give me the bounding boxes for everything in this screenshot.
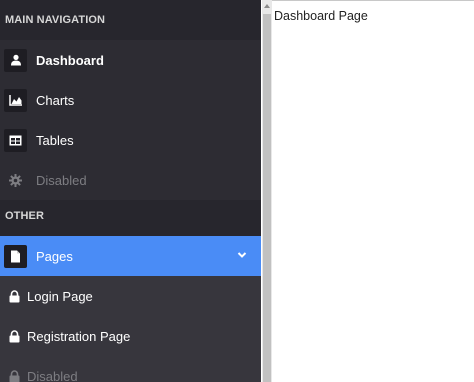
lock-icon (7, 369, 21, 382)
sidebar-item-label: Dashboard (36, 52, 104, 68)
sidebar-subitem-label: Login Page (27, 288, 93, 304)
main-content: Dashboard Page (272, 0, 474, 382)
lock-icon (7, 329, 21, 343)
sidebar-scrollbar[interactable] (262, 0, 272, 382)
sidebar-item-charts[interactable]: Charts (0, 80, 261, 120)
sidebar-subitem-label: Disabled (27, 368, 78, 382)
section-title-main-navigation: MAIN NAVIGATION (0, 0, 261, 40)
sidebar-item-label: Charts (36, 92, 75, 108)
gear-icon (4, 169, 27, 192)
sidebar-item-dashboard[interactable]: Dashboard (0, 40, 261, 80)
user-icon (4, 48, 27, 72)
sidebar: MAIN NAVIGATION Dashboard Charts Tables … (0, 0, 261, 382)
sidebar-item-label: Disabled (36, 172, 87, 188)
sidebar-subitem-login-page[interactable]: Login Page (0, 276, 261, 316)
sidebar-subitem-registration-page[interactable]: Registration Page (0, 316, 261, 356)
scrollbar-thumb[interactable] (263, 14, 271, 382)
chevron-down-icon[interactable] (237, 250, 247, 260)
sidebar-subitem-label: Registration Page (27, 328, 131, 344)
sidebar-item-pages[interactable]: Pages (0, 236, 261, 276)
page-title: Dashboard Page (274, 9, 368, 23)
sidebar-item-label: Tables (36, 132, 74, 148)
scroll-up-arrow-icon[interactable] (263, 2, 271, 10)
sidebar-item-disabled: Disabled (0, 160, 261, 200)
section-title-other: OTHER (0, 200, 261, 236)
file-icon (4, 244, 27, 268)
area-chart-icon (4, 88, 27, 112)
lock-icon (7, 289, 21, 303)
sidebar-subitem-disabled: Disabled (0, 356, 261, 382)
app-window: MAIN NAVIGATION Dashboard Charts Tables … (0, 0, 474, 382)
sidebar-item-tables[interactable]: Tables (0, 120, 261, 160)
table-icon (4, 128, 27, 152)
sidebar-item-label: Pages (36, 248, 73, 264)
